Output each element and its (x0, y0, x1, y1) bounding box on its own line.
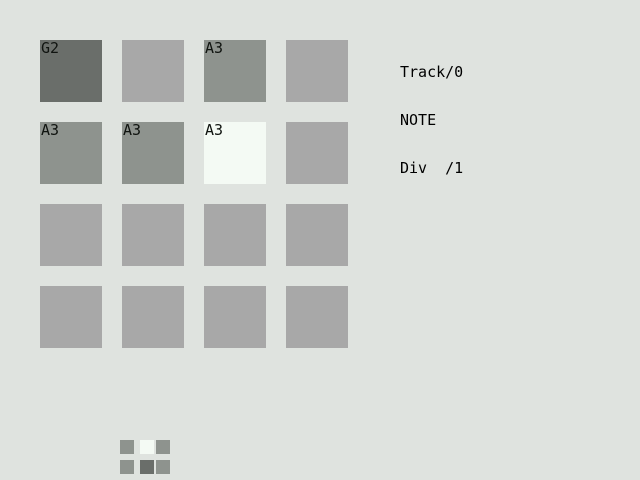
mode-label: NOTE (400, 111, 437, 129)
pad[interactable]: A3 (204, 122, 266, 184)
pad[interactable] (40, 286, 102, 348)
mini-map-cell (156, 440, 170, 454)
pad[interactable] (286, 286, 348, 348)
pad[interactable]: G2 (40, 40, 102, 102)
mini-map-cell (120, 440, 134, 454)
mini-map-cell (140, 440, 154, 454)
mini-map-cell (140, 460, 154, 474)
mini-map-cell (156, 460, 170, 474)
pad[interactable] (122, 204, 184, 266)
pad[interactable] (286, 204, 348, 266)
pad[interactable]: A3 (122, 122, 184, 184)
pad[interactable] (286, 122, 348, 184)
pad-note-label: A3 (205, 121, 224, 139)
pad[interactable] (122, 40, 184, 102)
pad[interactable] (40, 204, 102, 266)
division-label: Div /1 (400, 159, 464, 177)
pad-note-label: A3 (41, 121, 60, 139)
pad[interactable] (286, 40, 348, 102)
pad-note-label: G2 (41, 39, 60, 57)
pad-note-label: A3 (205, 39, 224, 57)
pad[interactable]: A3 (204, 40, 266, 102)
pad[interactable]: A3 (40, 122, 102, 184)
pad[interactable] (204, 204, 266, 266)
pad-grid: G2 A3 A3 A3 A3 (40, 40, 348, 348)
mini-map-cell (120, 460, 134, 474)
pattern-mini-map (120, 440, 170, 474)
pad[interactable] (204, 286, 266, 348)
pad[interactable] (122, 286, 184, 348)
track-label: Track/0 (400, 63, 464, 81)
pad-note-label: A3 (123, 121, 142, 139)
track-info-panel: Track/0 NOTE Div /1 (400, 32, 463, 192)
